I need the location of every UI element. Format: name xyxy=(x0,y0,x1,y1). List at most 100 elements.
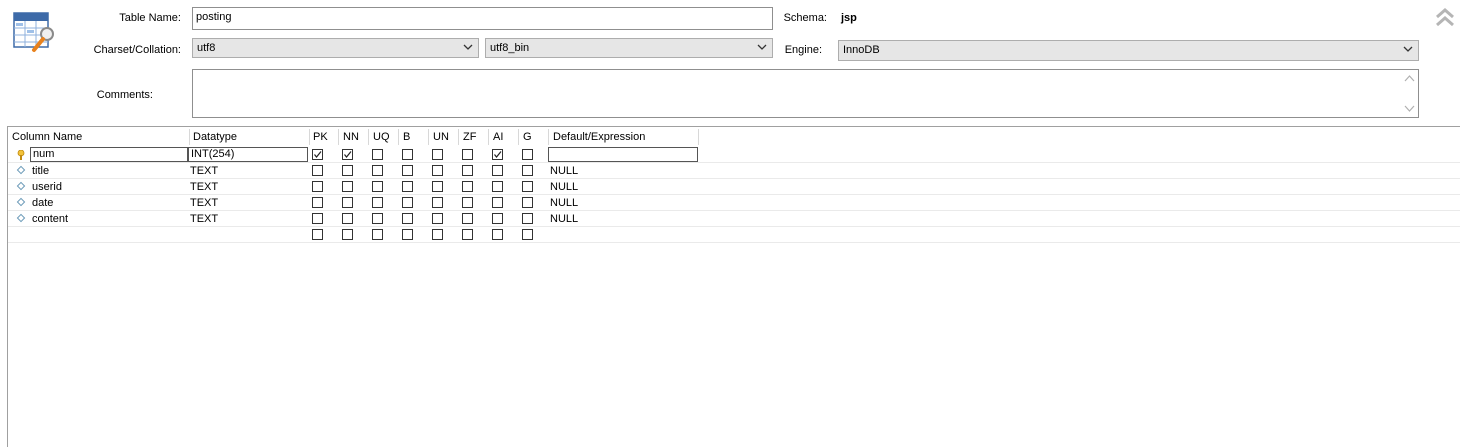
datatype-cell[interactable]: TEXT xyxy=(190,163,218,179)
datatype-cell[interactable]: TEXT xyxy=(190,211,218,227)
datatype-input[interactable]: INT(254) xyxy=(188,147,308,162)
b-checkbox[interactable] xyxy=(402,165,413,176)
datatype-cell[interactable]: TEXT xyxy=(190,179,218,195)
header-datatype[interactable]: Datatype xyxy=(189,129,310,145)
default-cell[interactable]: NULL xyxy=(550,163,578,179)
ai-checkbox[interactable] xyxy=(492,229,503,240)
collapse-button[interactable] xyxy=(1434,6,1456,28)
uq-checkbox[interactable] xyxy=(372,213,383,224)
zf-checkbox[interactable] xyxy=(462,149,473,160)
pk-checkbox[interactable] xyxy=(312,165,323,176)
engine-select[interactable]: InnoDB xyxy=(838,40,1419,61)
column-name-input[interactable]: num xyxy=(30,147,188,162)
zf-checkbox[interactable] xyxy=(462,213,473,224)
g-checkbox[interactable] xyxy=(522,197,533,208)
uq-checkbox[interactable] xyxy=(372,149,383,160)
columns-grid[interactable]: Column Name Datatype PK NN UQ B UN ZF AI… xyxy=(7,126,1460,447)
header-zf[interactable]: ZF xyxy=(459,129,489,145)
header-pk[interactable]: PK xyxy=(309,129,339,145)
uq-checkbox[interactable] xyxy=(372,165,383,176)
nn-checkbox[interactable] xyxy=(342,181,353,192)
datatype-cell[interactable]: TEXT xyxy=(190,195,218,211)
table-row[interactable]: title TEXT NULL xyxy=(8,163,1460,179)
column-diamond-icon xyxy=(16,197,26,207)
chevron-down-icon xyxy=(1403,43,1413,59)
zf-checkbox[interactable] xyxy=(462,165,473,176)
default-cell[interactable]: NULL xyxy=(550,179,578,195)
un-checkbox[interactable] xyxy=(432,213,443,224)
comments-scrollbar[interactable] xyxy=(1402,71,1417,116)
table-name-label: Table Name: xyxy=(119,12,181,24)
nn-checkbox[interactable] xyxy=(342,149,353,160)
nn-checkbox[interactable] xyxy=(342,213,353,224)
primary-key-icon xyxy=(17,149,25,163)
header-ai[interactable]: AI xyxy=(489,129,519,145)
pk-checkbox[interactable] xyxy=(312,197,323,208)
column-name-cell[interactable]: date xyxy=(32,195,53,211)
b-checkbox[interactable] xyxy=(402,149,413,160)
charset-value: utf8 xyxy=(197,42,216,54)
column-name-cell[interactable]: userid xyxy=(32,179,62,195)
ai-checkbox[interactable] xyxy=(492,181,503,192)
chevron-down-icon xyxy=(757,41,767,57)
nn-checkbox[interactable] xyxy=(342,165,353,176)
charset-select[interactable]: utf8 xyxy=(192,38,479,58)
column-diamond-icon xyxy=(16,181,26,191)
un-checkbox[interactable] xyxy=(432,197,443,208)
pk-checkbox[interactable] xyxy=(312,149,323,160)
ai-checkbox[interactable] xyxy=(492,149,503,160)
chevron-down-icon xyxy=(463,41,473,57)
un-checkbox[interactable] xyxy=(432,149,443,160)
un-checkbox[interactable] xyxy=(432,181,443,192)
ai-checkbox[interactable] xyxy=(492,165,503,176)
collation-select[interactable]: utf8_bin xyxy=(485,38,773,58)
uq-checkbox[interactable] xyxy=(372,229,383,240)
table-row[interactable]: userid TEXT NULL xyxy=(8,179,1460,195)
uq-checkbox[interactable] xyxy=(372,181,383,192)
g-checkbox[interactable] xyxy=(522,181,533,192)
column-name-cell[interactable]: title xyxy=(32,163,49,179)
header-uq[interactable]: UQ xyxy=(369,129,399,145)
default-cell[interactable]: NULL xyxy=(550,195,578,211)
b-checkbox[interactable] xyxy=(402,213,413,224)
table-name-input[interactable]: posting xyxy=(192,7,773,30)
header-un[interactable]: UN xyxy=(429,129,459,145)
g-checkbox[interactable] xyxy=(522,149,533,160)
schema-label: Schema: xyxy=(783,12,827,24)
g-checkbox[interactable] xyxy=(522,165,533,176)
uq-checkbox[interactable] xyxy=(372,197,383,208)
default-input[interactable] xyxy=(548,147,698,162)
charset-label: Charset/Collation: xyxy=(93,44,181,56)
table-row[interactable]: content TEXT NULL xyxy=(8,211,1460,227)
b-checkbox[interactable] xyxy=(402,229,413,240)
table-settings-icon xyxy=(13,12,57,56)
g-checkbox[interactable] xyxy=(522,229,533,240)
b-checkbox[interactable] xyxy=(402,181,413,192)
b-checkbox[interactable] xyxy=(402,197,413,208)
ai-checkbox[interactable] xyxy=(492,197,503,208)
default-cell[interactable]: NULL xyxy=(550,211,578,227)
comments-textarea[interactable] xyxy=(192,69,1419,118)
un-checkbox[interactable] xyxy=(432,229,443,240)
header-default[interactable]: Default/Expression xyxy=(549,129,699,145)
zf-checkbox[interactable] xyxy=(462,181,473,192)
header-column-name[interactable]: Column Name xyxy=(8,129,190,145)
nn-checkbox[interactable] xyxy=(342,197,353,208)
header-b[interactable]: B xyxy=(399,129,429,145)
header-nn[interactable]: NN xyxy=(339,129,369,145)
un-checkbox[interactable] xyxy=(432,165,443,176)
pk-checkbox[interactable] xyxy=(312,213,323,224)
pk-checkbox[interactable] xyxy=(312,181,323,192)
pk-checkbox[interactable] xyxy=(312,229,323,240)
nn-checkbox[interactable] xyxy=(342,229,353,240)
table-row[interactable]: date TEXT NULL xyxy=(8,195,1460,211)
zf-checkbox[interactable] xyxy=(462,197,473,208)
g-checkbox[interactable] xyxy=(522,213,533,224)
ai-checkbox[interactable] xyxy=(492,213,503,224)
column-name-cell[interactable]: content xyxy=(32,211,68,227)
new-column-row[interactable] xyxy=(8,227,1460,243)
zf-checkbox[interactable] xyxy=(462,229,473,240)
engine-value: InnoDB xyxy=(843,44,880,56)
table-row[interactable]: num INT(254) xyxy=(8,147,1460,163)
header-g[interactable]: G xyxy=(519,129,549,145)
